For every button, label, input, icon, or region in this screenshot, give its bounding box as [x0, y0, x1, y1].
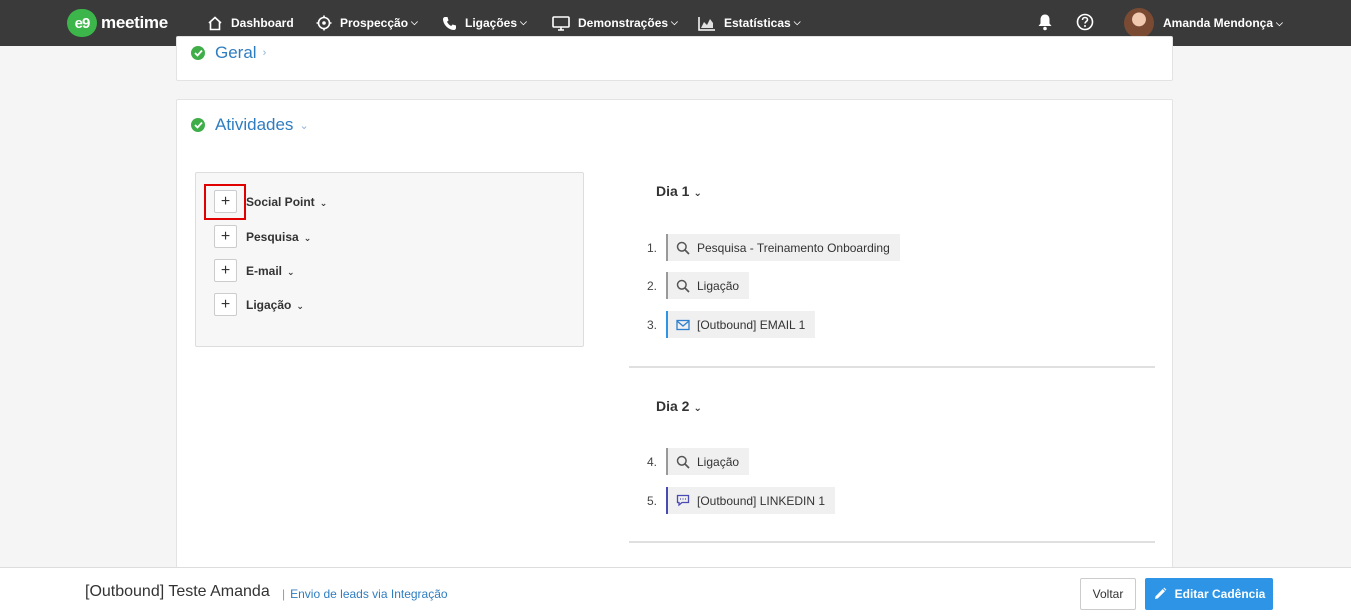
nav-prospeccao-label: Prospecção — [340, 16, 409, 30]
help-icon — [1076, 13, 1094, 31]
chevron-down-icon: ⌄ — [693, 188, 702, 199]
chevron-down-icon: ⌵ — [520, 16, 527, 27]
logo-text: meetime — [101, 13, 168, 32]
activity-type-label[interactable]: Ligação ⌄ — [246, 298, 304, 312]
step-pill[interactable]: [Outbound] EMAIL 1 — [666, 311, 816, 338]
footer-bar: [Outbound] Teste Amanda | Envio de leads … — [0, 567, 1351, 616]
section-geral-header[interactable]: Geral › — [191, 43, 266, 63]
activity-type-ligacao: + Ligação ⌄ — [214, 293, 304, 316]
highlight-box — [204, 184, 246, 220]
day-1-title: Dia 1 — [656, 183, 690, 199]
chevron-down-icon: ⌵ — [671, 16, 678, 27]
nav-dashboard-label: Dashboard — [231, 16, 294, 30]
step-pill[interactable]: Pesquisa - Treinamento Onboarding — [666, 234, 900, 261]
search-icon — [676, 279, 690, 293]
step-number: 4. — [646, 454, 657, 469]
user-name-label: Amanda Mendonça — [1163, 16, 1274, 30]
chevron-right-icon: › — [262, 47, 267, 59]
search-icon — [676, 241, 690, 255]
chevron-down-icon: ⌵ — [793, 16, 801, 27]
day-1-header[interactable]: Dia 1 ⌄ — [656, 183, 702, 199]
step-number: 1. — [646, 240, 657, 255]
activity-type-label[interactable]: Social Point ⌄ — [246, 195, 327, 209]
section-geral-title: Geral — [215, 43, 257, 62]
day-2-title: Dia 2 — [656, 398, 690, 414]
step-label: Ligação — [697, 454, 740, 469]
section-geral-card: Geral › — [176, 36, 1173, 81]
check-icon — [191, 46, 205, 60]
step-label: Ligação — [697, 278, 740, 293]
bell-icon — [1038, 14, 1052, 31]
chevron-down-icon: ⌄ — [287, 266, 295, 277]
chart-icon — [698, 16, 715, 31]
activity-type-email: + E-mail ⌄ — [214, 259, 295, 282]
back-button[interactable]: Voltar — [1080, 578, 1136, 610]
chevron-down-icon: ⌵ — [411, 16, 418, 27]
step-number: 2. — [646, 278, 657, 293]
section-atividades-title: Atividades — [215, 115, 294, 134]
section-atividades-header[interactable]: Atividades ⌄ — [191, 115, 309, 135]
chevron-down-icon: ⌵ — [1276, 17, 1283, 28]
monitor-icon — [552, 15, 570, 31]
mail-icon — [676, 319, 690, 330]
nav-demonstracoes-label: Demonstrações — [578, 16, 669, 30]
user-menu[interactable]: Amanda Mendonça ⌵ — [1163, 0, 1283, 46]
chevron-down-icon: ⌄ — [303, 232, 312, 243]
chevron-down-icon: ⌄ — [296, 300, 304, 311]
pencil-icon — [1154, 587, 1167, 599]
edit-cadence-button[interactable]: Editar Cadência — [1145, 578, 1273, 610]
back-button-label: Voltar — [1092, 587, 1124, 601]
cadence-subtitle: | Envio de leads via Integração — [282, 587, 448, 601]
cadence-step[interactable]: 1. Pesquisa - Treinamento Onboarding — [637, 234, 900, 261]
activity-type-label[interactable]: Pesquisa ⌄ — [246, 230, 311, 244]
step-pill[interactable]: [Outbound] LINKEDIN 1 — [666, 487, 836, 514]
crosshair-icon — [316, 15, 332, 31]
cadence-step[interactable]: 4. Ligação — [637, 448, 750, 475]
chevron-down-icon: ⌄ — [693, 403, 702, 414]
edit-cadence-label: Editar Cadência — [1174, 587, 1266, 601]
search-icon — [676, 455, 690, 469]
notifications-button[interactable] — [1037, 13, 1053, 34]
activity-type-pesquisa: + Pesquisa ⌄ — [214, 225, 311, 248]
day-2-header[interactable]: Dia 2 ⌄ — [656, 398, 702, 414]
activity-types-panel: + Social Point ⌄ + Pesquisa ⌄ + E-mail ⌄ + … — [195, 172, 584, 347]
step-pill[interactable]: Ligação — [666, 272, 750, 299]
add-ligacao-button[interactable]: + — [214, 293, 237, 316]
separator: | — [282, 587, 286, 601]
cadence-title: [Outbound] Teste Amanda — [85, 583, 270, 600]
home-icon — [208, 15, 222, 30]
cadence-step[interactable]: 3. [Outbound] EMAIL 1 — [637, 311, 816, 338]
chevron-down-icon: ⌄ — [319, 197, 328, 208]
activity-type-label[interactable]: E-mail ⌄ — [246, 264, 295, 278]
logo-badge: e9 — [67, 9, 97, 37]
chevron-down-icon: ⌄ — [299, 119, 309, 132]
step-label: Pesquisa - Treinamento Onboarding — [697, 240, 890, 255]
step-number: 3. — [646, 317, 657, 332]
cadence-step[interactable]: 5. [Outbound] LINKEDIN 1 — [637, 487, 836, 514]
day-divider — [629, 541, 1155, 543]
meetime-logo[interactable]: e9 meetime — [67, 9, 168, 37]
step-label: [Outbound] EMAIL 1 — [697, 317, 806, 332]
cadence-step[interactable]: 2. Ligação — [637, 272, 750, 299]
step-label: [Outbound] LINKEDIN 1 — [697, 493, 826, 508]
day-divider — [629, 366, 1155, 368]
user-avatar[interactable] — [1124, 8, 1154, 38]
cadence-subtitle-text: Envio de leads via Integração — [290, 587, 448, 601]
nav-estatisticas-label: Estatísticas — [724, 16, 791, 30]
add-email-button[interactable]: + — [214, 259, 237, 282]
help-button[interactable] — [1076, 13, 1094, 34]
check-icon — [191, 118, 205, 132]
chat-icon — [676, 494, 690, 507]
nav-ligacoes-label: Ligações — [465, 16, 518, 30]
step-number: 5. — [646, 493, 657, 508]
step-pill[interactable]: Ligação — [666, 448, 750, 475]
phone-icon — [443, 16, 456, 30]
add-pesquisa-button[interactable]: + — [214, 225, 237, 248]
